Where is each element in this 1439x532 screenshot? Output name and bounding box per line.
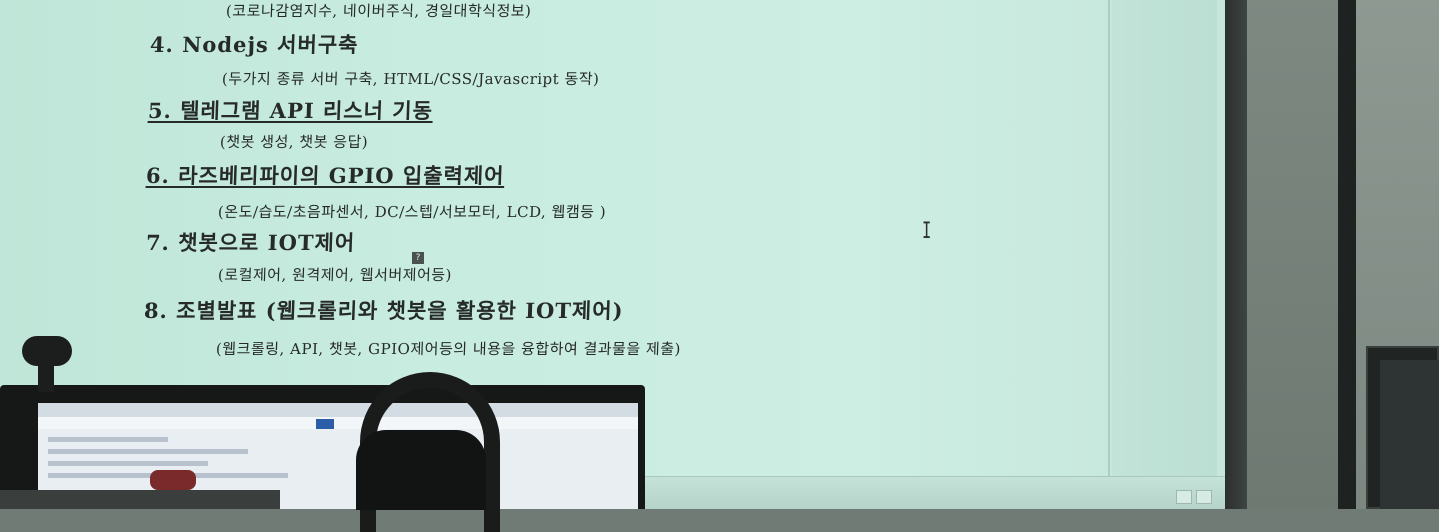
document-side-area	[1112, 0, 1217, 478]
slide-line-10: 8. 조별발표 (웹크롤리와 챗봇을 활용한 IOT제어)	[143, 298, 624, 323]
headphone-cup	[356, 430, 486, 510]
monitor-toolbar	[38, 417, 638, 429]
monitor-app-icon	[316, 419, 334, 429]
monitor-title-bar	[38, 403, 638, 417]
pillar	[1338, 0, 1356, 509]
monitor-text-row	[48, 461, 208, 466]
slide-line-3: (두가지 종류 서버 구축, HTML/CSS/Javascript 동작)	[221, 70, 600, 88]
slide-line-4: 5. 텔레그램 API 리스너 기동	[147, 98, 434, 123]
page-margin-line	[1108, 0, 1110, 478]
webcam-icon	[22, 336, 72, 366]
status-bar-button[interactable]	[1176, 490, 1192, 504]
slide-line-1: (코로나감염지수, 네이버주식, 경일대학식정보)	[225, 2, 532, 20]
desk-object	[150, 470, 196, 490]
wall	[1247, 0, 1347, 509]
tooltip-badge: ?	[412, 252, 424, 264]
monitor-text-row	[48, 437, 168, 442]
status-bar-button[interactable]	[1196, 490, 1212, 504]
slide-line-2: 4. Nodejs 서버구축	[149, 32, 359, 57]
desk-edge	[0, 490, 280, 509]
text-cursor-icon: I	[921, 219, 932, 244]
webcam-stand	[38, 362, 54, 392]
slide-line-6: 6. 라즈베리파이의 GPIO 입출력제어	[145, 163, 505, 188]
monitor-text-row	[48, 449, 248, 454]
background-device-panel	[1380, 360, 1439, 509]
slide-line-5: (챗봇 생성, 챗봇 응답)	[219, 133, 369, 151]
screen-frame	[1225, 0, 1247, 509]
slide-line-8: 7. 챗봇으로 IOT제어	[145, 230, 356, 255]
slide-line-7: (온도/습도/초음파센서, DC/스텝/서보모터, LCD, 웹캠등 )	[217, 203, 607, 221]
slide-line-9: (로컬제어, 원격제어, 웹서버제어등)	[217, 266, 453, 284]
slide-line-11: (웹크롤링, API, 챗봇, GPIO제어등의 내용을 융합하여 결과물을 제…	[215, 340, 682, 358]
